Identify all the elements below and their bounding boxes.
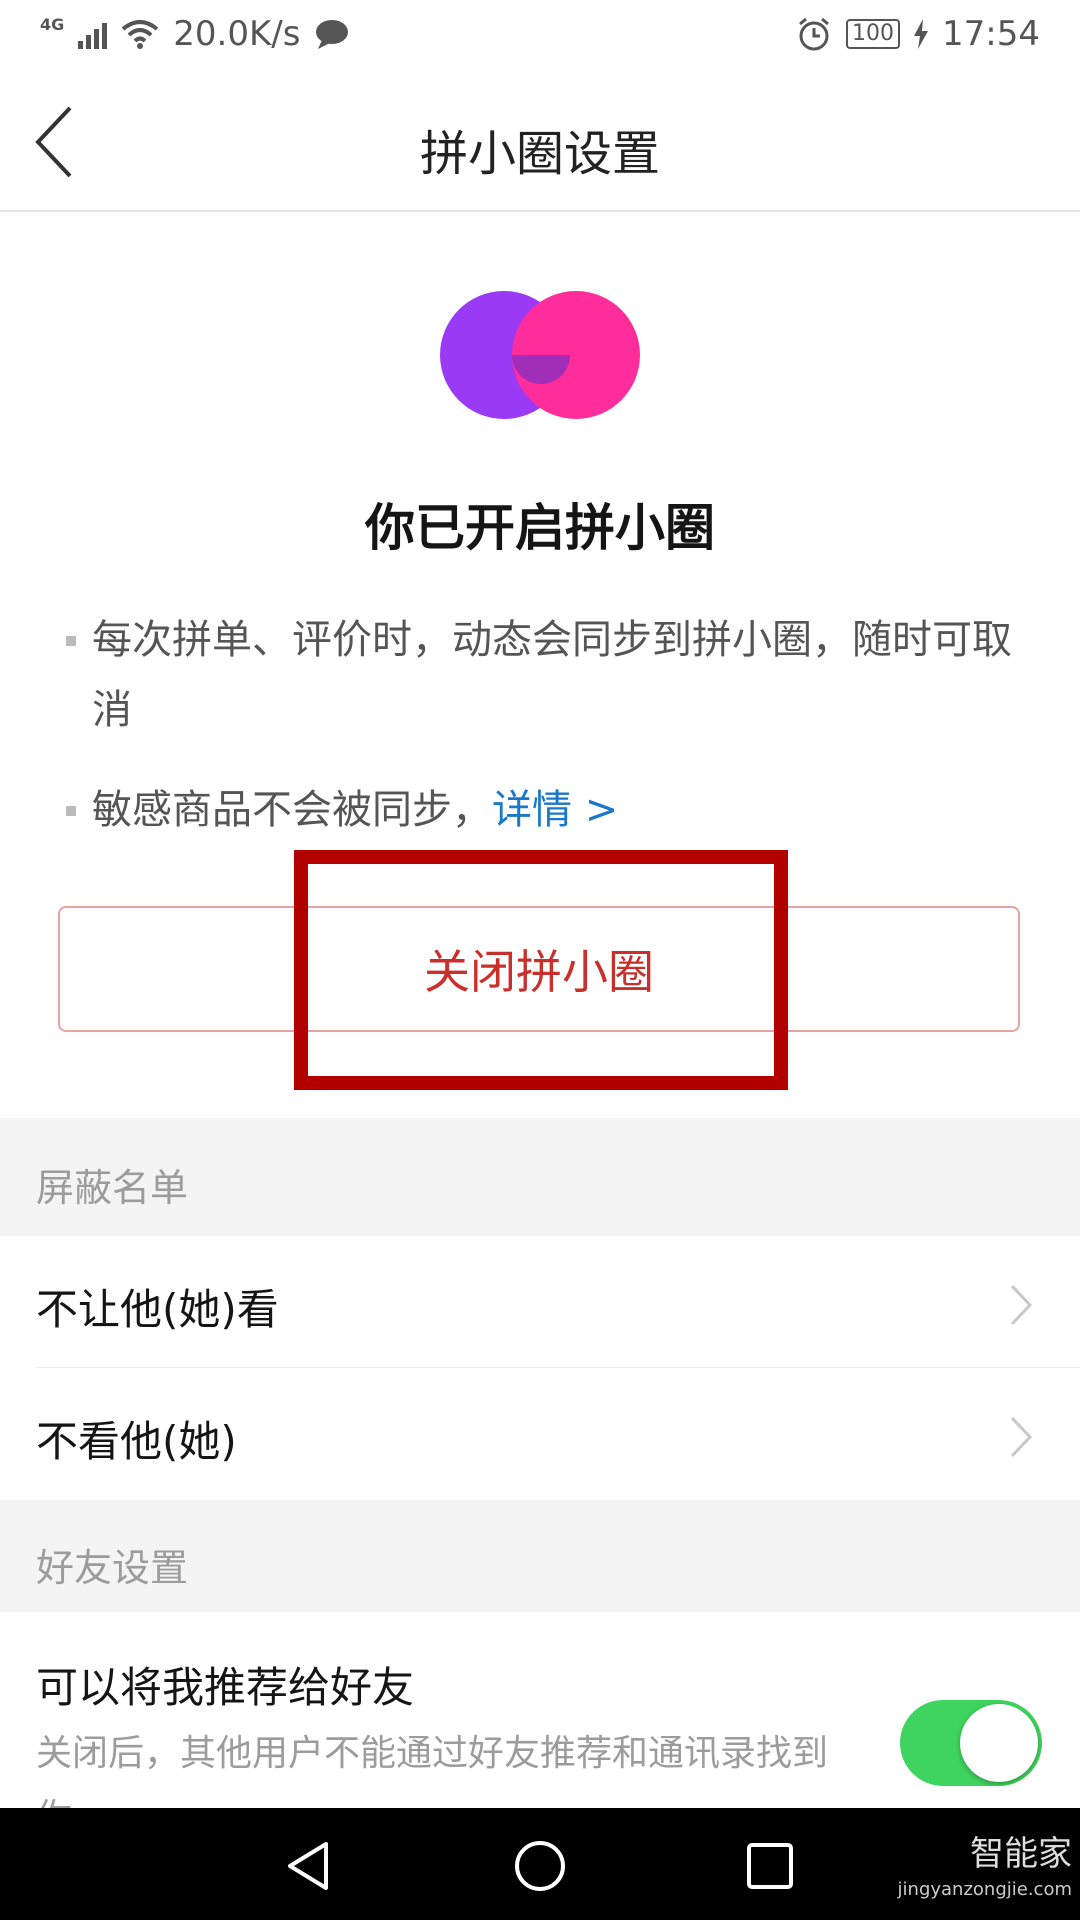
bullet-text: 每次拼单、评价时，动态会同步到拼小圈，随时可取消 (92, 617, 1012, 733)
bullet-text: 敏感商品不会被同步， (92, 787, 492, 833)
signal-icon (78, 19, 108, 49)
section-header-block-list: 屏蔽名单 (0, 1118, 1080, 1236)
pinxiaoquan-logo (440, 291, 640, 419)
recommend-toggle[interactable] (900, 1700, 1042, 1786)
list-item-label: 不看他(她) (36, 1417, 237, 1466)
clock: 17:54 (942, 14, 1040, 54)
alarm-icon (799, 17, 829, 51)
wifi-icon (121, 20, 159, 49)
message-icon (316, 20, 349, 49)
recommend-to-friends-row: 可以将我推荐给好友 关闭后，其他用户不能通过好友推荐和通讯录找到你 (0, 1612, 1080, 1838)
toggle-knob (960, 1704, 1038, 1782)
status-bar: 4G 20.0K/s 100 17:54 (0, 0, 1080, 74)
bullet-dot (66, 636, 76, 646)
watermark-url: jingyanzongjie.com (897, 1879, 1072, 1900)
recommend-title: 可以将我推荐给好友 (36, 1663, 415, 1712)
highlight-annotation-box (294, 850, 788, 1090)
chevron-right-icon (1010, 1416, 1033, 1458)
bullet-sync-info: 每次拼单、评价时，动态会同步到拼小圈，随时可取消 (60, 605, 1020, 745)
section-header-friend-settings: 好友设置 (0, 1500, 1080, 1612)
watermark: 智能家 jingyanzongjie.com (898, 1836, 1072, 1908)
charging-icon (914, 19, 929, 49)
enabled-title: 你已开启拼小圈 (365, 499, 715, 557)
details-link[interactable]: 详情 > (492, 787, 618, 833)
list-item-hide-their[interactable]: 不看他(她) (0, 1368, 1080, 1498)
list-item-hide-from[interactable]: 不让他(她)看 (0, 1236, 1080, 1366)
nav-header: 拼小圈设置 (0, 74, 1080, 212)
watermark-text: 智能家 (970, 1834, 1072, 1874)
battery-indicator: 100 (846, 19, 901, 49)
network-type: 4G (40, 14, 65, 34)
nav-home-icon[interactable] (510, 1836, 570, 1896)
list-item-label: 不让他(她)看 (36, 1285, 279, 1334)
chevron-right-icon (1010, 1284, 1033, 1326)
bullet-dot (66, 806, 76, 816)
network-speed: 20.0K/s (173, 14, 301, 54)
page-title: 拼小圈设置 (419, 126, 660, 182)
bullet-sensitive-info: 敏感商品不会被同步，详情 > (60, 775, 1020, 845)
nav-recents-icon[interactable] (740, 1836, 800, 1896)
nav-back-icon[interactable] (280, 1836, 340, 1896)
